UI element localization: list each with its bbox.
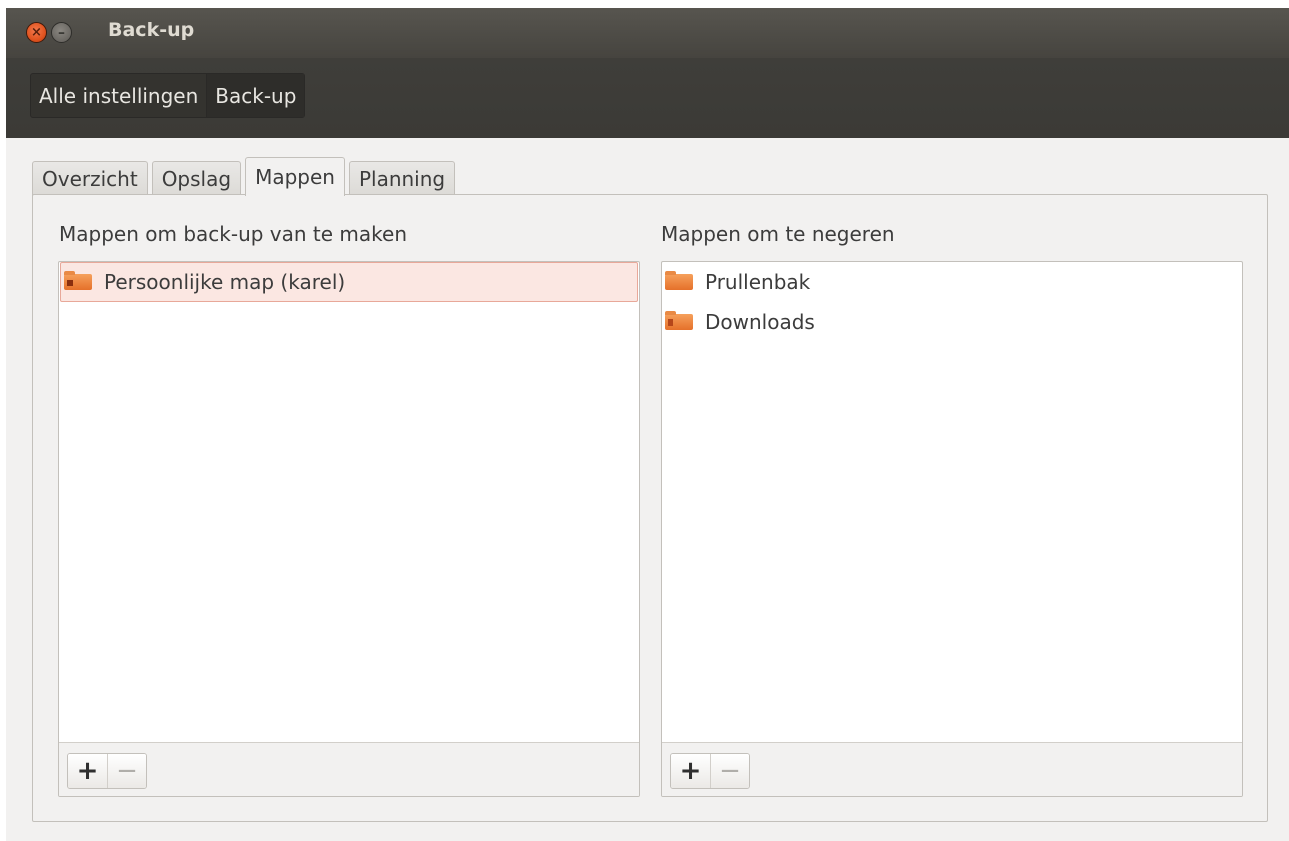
list-item[interactable]: Persoonlijke map (karel) xyxy=(60,262,638,302)
close-icon: × xyxy=(31,25,42,40)
list-item-label: Prullenbak xyxy=(705,270,811,294)
title-bar: × – Back-up xyxy=(6,8,1289,58)
exclude-list-toolbar: + − xyxy=(662,742,1242,796)
folder-icon xyxy=(665,271,693,290)
window-title: Back-up xyxy=(108,19,195,41)
breadcrumb-backup[interactable]: Back-up xyxy=(206,74,305,117)
home-folder-icon xyxy=(64,271,92,290)
tab-bar: Overzicht Opslag Mappen Planning xyxy=(32,157,459,196)
breadcrumb: Alle instellingen Back-up xyxy=(30,73,306,118)
list-item-label: Downloads xyxy=(705,310,815,334)
tab-planning[interactable]: Planning xyxy=(348,161,456,196)
add-include-folder-button[interactable]: + xyxy=(68,754,107,788)
remove-exclude-folder-button[interactable]: − xyxy=(710,754,749,788)
minimize-icon: – xyxy=(58,24,65,41)
list-item[interactable]: Downloads xyxy=(662,302,1242,342)
exclude-rows: Prullenbak Downloads xyxy=(662,262,1242,742)
close-button[interactable]: × xyxy=(26,22,47,43)
breadcrumb-all-settings[interactable]: Alle instellingen xyxy=(31,74,206,117)
list-item[interactable]: Prullenbak xyxy=(662,262,1242,302)
tab-overzicht[interactable]: Overzicht xyxy=(32,161,148,196)
include-rows: Persoonlijke map (karel) xyxy=(59,262,639,742)
tab-opslag[interactable]: Opslag xyxy=(151,161,242,196)
folders-panel: Mappen om back-up van te maken Persoonli… xyxy=(32,194,1268,822)
tab-mappen[interactable]: Mappen xyxy=(245,157,345,196)
backup-window: × – Back-up Alle instellingen Back-up Ov… xyxy=(6,8,1289,841)
include-button-group: + − xyxy=(67,753,147,789)
list-item-label: Persoonlijke map (karel) xyxy=(104,270,346,294)
remove-include-folder-button[interactable]: − xyxy=(107,754,146,788)
exclude-button-group: + − xyxy=(670,753,750,789)
minimize-button[interactable]: – xyxy=(51,22,72,43)
exclude-folders-list[interactable]: Prullenbak Downloads + − xyxy=(661,261,1243,797)
include-list-toolbar: + − xyxy=(59,742,639,796)
exclude-folders-label: Mappen om te negeren xyxy=(661,222,895,246)
toolbar: Alle instellingen Back-up xyxy=(6,58,1289,138)
include-folders-label: Mappen om back-up van te maken xyxy=(59,222,408,246)
downloads-folder-icon xyxy=(665,311,693,330)
include-folders-list[interactable]: Persoonlijke map (karel) + − xyxy=(58,261,640,797)
add-exclude-folder-button[interactable]: + xyxy=(671,754,710,788)
